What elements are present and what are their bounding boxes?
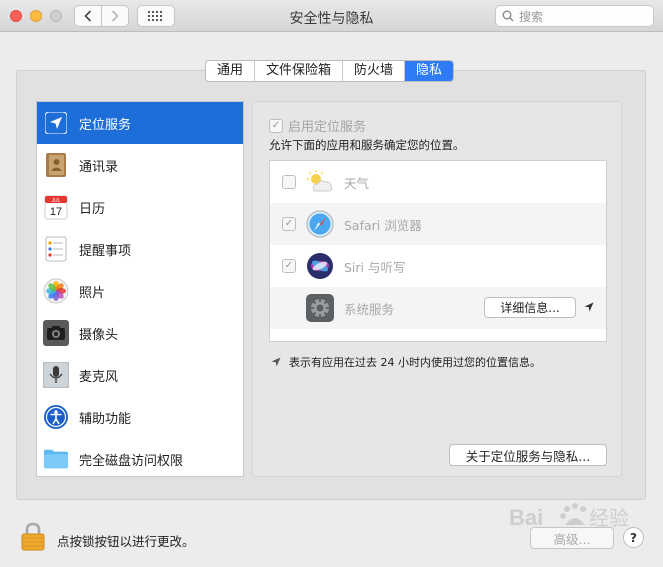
siri-checkbox[interactable]: ✓ bbox=[282, 259, 296, 273]
tab-privacy[interactable]: 隐私 bbox=[405, 61, 454, 81]
details-button[interactable]: 详细信息... bbox=[484, 297, 576, 318]
enable-location-checkbox[interactable]: ✓ bbox=[269, 118, 283, 133]
title-bar: 安全性与隐私 搜索 bbox=[0, 0, 663, 32]
contacts-book-icon bbox=[43, 152, 69, 178]
svg-text:经验: 经验 bbox=[589, 506, 629, 530]
weather-checkbox[interactable] bbox=[282, 175, 296, 189]
system-gear-icon bbox=[306, 294, 334, 322]
enable-location-services-row[interactable]: ✓ 启用定位服务 bbox=[269, 116, 366, 135]
sidebar-item-location-services[interactable]: 定位服务 bbox=[37, 102, 243, 144]
sidebar-item-label: 辅助功能 bbox=[79, 411, 132, 427]
app-name: 天气 bbox=[344, 175, 370, 191]
location-description: 允许下面的应用和服务确定您的位置。 bbox=[269, 138, 465, 152]
calendar-day-text: 17 bbox=[50, 206, 62, 218]
search-field[interactable]: 搜索 bbox=[495, 5, 654, 27]
list-item-weather[interactable]: 天气 bbox=[270, 161, 606, 203]
sidebar-item-camera[interactable]: 摄像头 bbox=[37, 312, 243, 354]
about-location-privacy-button[interactable]: 关于定位服务与隐私... bbox=[449, 444, 607, 466]
list-item-siri[interactable]: ✓ Siri 与听写 bbox=[270, 245, 606, 287]
sidebar-item-full-disk-access[interactable]: 完全磁盘访问权限 bbox=[37, 438, 243, 476]
safari-compass-icon bbox=[306, 210, 334, 238]
sidebar-item-label: 麦克风 bbox=[79, 369, 119, 385]
app-name: Safari 浏览器 bbox=[344, 217, 422, 233]
safari-checkbox[interactable]: ✓ bbox=[282, 217, 296, 231]
lock-hint-text: 点按锁按钮以进行更改。 bbox=[57, 534, 195, 549]
tab-bar: 通用 文件保险箱 防火墙 隐私 bbox=[205, 60, 455, 82]
svg-text:Bai: Bai bbox=[509, 505, 543, 530]
location-used-arrow-icon bbox=[584, 302, 594, 312]
siri-icon bbox=[306, 252, 334, 280]
sidebar-item-label: 提醒事项 bbox=[79, 243, 132, 259]
location-arrow-small-icon bbox=[271, 357, 281, 367]
location-legend: 表示有应用在过去 24 小时内使用过您的位置信息。 bbox=[271, 354, 541, 370]
legend-text: 表示有应用在过去 24 小时内使用过您的位置信息。 bbox=[289, 356, 541, 369]
camera-icon bbox=[43, 320, 69, 346]
sidebar-item-label: 日历 bbox=[79, 201, 106, 217]
weather-icon bbox=[306, 168, 334, 196]
sidebar-item-calendar[interactable]: JUL 17 日历 bbox=[37, 186, 243, 228]
app-name: Siri 与听写 bbox=[344, 259, 406, 275]
calendar-month-text: JUL bbox=[52, 198, 61, 204]
location-arrow-icon bbox=[43, 110, 69, 136]
baidu-jingyan-watermark-logo: Bai 经验 bbox=[509, 503, 629, 530]
sidebar-item-microphone[interactable]: 麦克风 bbox=[37, 354, 243, 396]
sidebar-item-photos[interactable]: 照片 bbox=[37, 270, 243, 312]
sidebar-item-label: 照片 bbox=[79, 285, 106, 301]
search-icon bbox=[502, 10, 514, 22]
location-services-pane: ✓ 启用定位服务 允许下面的应用和服务确定您的位置。 天气 ✓ Safari 浏… bbox=[252, 101, 622, 477]
photos-icon bbox=[43, 278, 69, 304]
location-app-list: 天气 ✓ Safari 浏览器 ✓ Siri 与听写 系统服务 详细信息... bbox=[269, 160, 607, 342]
sidebar-item-label: 摄像头 bbox=[79, 327, 119, 343]
sidebar-item-label: 定位服务 bbox=[79, 117, 132, 133]
microphone-icon bbox=[43, 362, 69, 388]
sidebar-item-contacts[interactable]: 通讯录 bbox=[37, 144, 243, 186]
app-name: 系统服务 bbox=[344, 301, 395, 317]
lock-icon[interactable] bbox=[20, 522, 46, 552]
search-placeholder: 搜索 bbox=[519, 9, 544, 24]
sidebar-item-label: 完全磁盘访问权限 bbox=[79, 453, 184, 469]
list-item-system-services[interactable]: 系统服务 详细信息... bbox=[270, 287, 606, 329]
tab-general[interactable]: 通用 bbox=[206, 61, 256, 81]
sidebar-item-accessibility[interactable]: 辅助功能 bbox=[37, 396, 243, 438]
accessibility-icon bbox=[43, 404, 69, 430]
enable-location-label: 启用定位服务 bbox=[288, 120, 367, 135]
calendar-icon: JUL 17 bbox=[43, 194, 69, 220]
tab-filevault[interactable]: 文件保险箱 bbox=[255, 61, 344, 81]
sidebar-item-reminders[interactable]: 提醒事项 bbox=[37, 228, 243, 270]
tab-firewall[interactable]: 防火墙 bbox=[343, 61, 406, 81]
privacy-category-list: 定位服务 通讯录 JUL 17 日历 提醒事项 照片 摄像头 麦克风 辅助功能 … bbox=[36, 101, 244, 477]
reminders-icon bbox=[43, 236, 69, 262]
folder-icon bbox=[43, 446, 69, 472]
list-item-safari[interactable]: ✓ Safari 浏览器 bbox=[270, 203, 606, 245]
sidebar-item-label: 通讯录 bbox=[79, 159, 119, 175]
